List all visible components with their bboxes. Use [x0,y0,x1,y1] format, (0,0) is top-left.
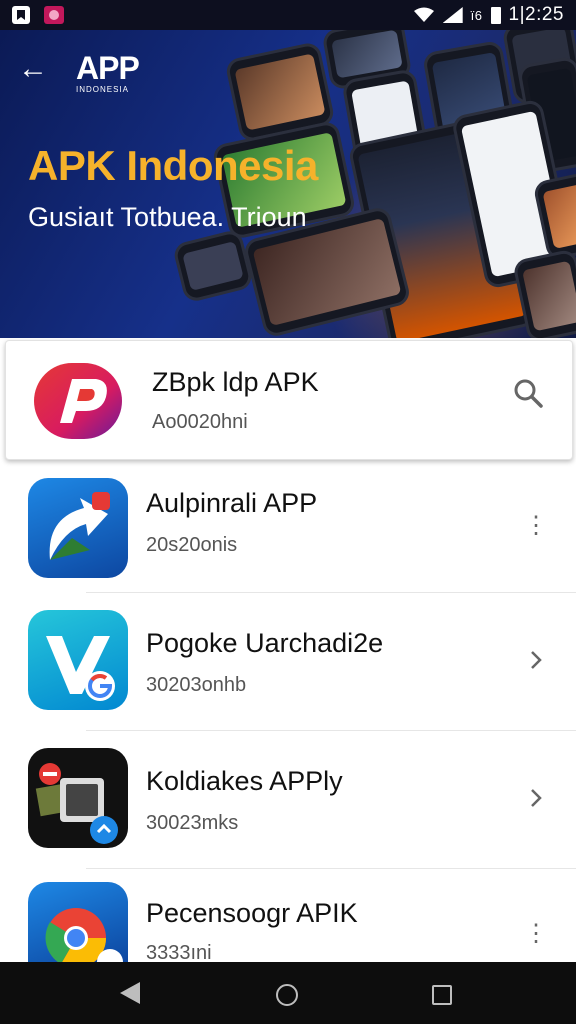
status-bar: ï6 1|2:25 [0,0,576,30]
camera-logo-icon [35,763,118,844]
nav-back-icon[interactable] [120,982,140,1004]
app-title: Pecensoogr APIK [146,898,358,928]
nav-recents-icon[interactable] [432,985,452,1005]
brand-logo: APP INDONESIA [76,50,140,94]
list-divider [86,730,576,731]
more-vertical-icon[interactable]: ⋮ [524,922,548,946]
red-p-logo-icon [34,363,122,439]
app-subtitle: Ao0020hni [152,411,248,433]
bookmark-app-icon [12,6,30,24]
v-logo-icon [46,636,115,701]
chrome-logo-icon [45,908,123,962]
app-icon-chrome [28,882,128,962]
app-icon-blue-arrow [28,478,128,578]
status-bar-notifications [12,6,64,24]
photo-app-icon [44,6,64,24]
app-icon-v-logo [28,610,128,710]
app-title: ZBpk ldp APK [152,367,319,397]
logo-text: APP [76,50,140,86]
chevron-right-icon[interactable] [524,648,548,672]
chevron-right-icon[interactable] [524,786,548,810]
more-vertical-icon[interactable]: ⋮ [524,514,548,538]
app-icon-camera [28,748,128,848]
app-icon-red-p [30,353,126,449]
status-bar-indicators: ï6 1|2:25 [413,4,564,26]
wifi-icon [413,7,434,22]
list-item[interactable]: Aulpinrali APP 20s20onis ⋮ [0,468,576,592]
list-item[interactable]: ZBpk ldp APK Ao0020hni [5,340,573,460]
list-divider [86,868,576,869]
app-subtitle: 20s20onis [146,534,238,556]
battery-icon [490,6,501,24]
app-title: Aulpinrali APP [146,488,318,518]
app-subtitle: 30023mks [146,812,239,834]
arrow-logo-icon [49,492,110,560]
banner-subtitle: Gusiaıt Totbuea. Trioun [28,202,307,232]
signal-icon [442,7,463,23]
list-item[interactable]: Pecensoogr APIK 3333ıni ⋮ [0,870,576,964]
hero-banner: ← APP INDONESIA APK Indonesia Gusiaıt To… [0,30,576,338]
search-icon[interactable] [512,377,544,409]
app-title: Koldiakes APPly [146,766,343,796]
app-subtitle: 30203onhb [146,674,247,696]
system-navigation-bar [0,962,576,1024]
banner-title: APK Indonesia [28,142,318,189]
banner-phone-graphic [171,228,255,304]
list-divider [86,592,576,593]
back-arrow-icon[interactable]: ← [18,54,48,84]
app-title: Pogoke Uarchadi2e [146,628,384,658]
status-time: 1|2:25 [508,4,564,25]
status-signal-text: ï6 [470,7,483,23]
nav-home-icon[interactable] [276,984,298,1006]
list-item[interactable]: Pogoke Uarchadi2e 30203onhb [0,594,576,728]
list-item[interactable]: Koldiakes APPly 30023mks [0,732,576,866]
